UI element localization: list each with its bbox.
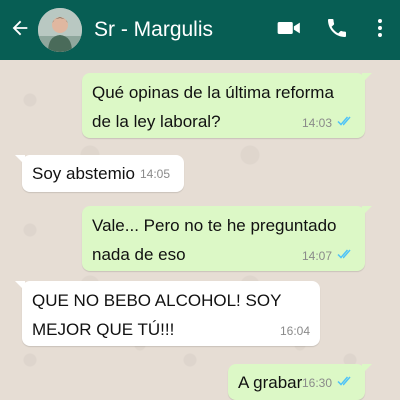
menu-button[interactable] [368, 0, 392, 60]
message-meta: 16:04 [280, 324, 310, 338]
message-time: 14:05 [139, 167, 170, 181]
video-camera-icon [276, 15, 302, 46]
contact-name[interactable]: Sr - Margulis [94, 18, 272, 42]
message-time: 14:03 [301, 115, 332, 130]
phone-icon [325, 16, 349, 45]
arrow-left-icon [9, 17, 31, 44]
message-incoming[interactable]: Soy abstemio 14:05 [15, 155, 184, 192]
message-outgoing[interactable]: Qué opinas de la última reforma de la le… [82, 73, 372, 138]
back-button[interactable] [2, 0, 38, 60]
double-check-icon [337, 375, 355, 390]
double-check-icon [337, 248, 355, 263]
message-outgoing[interactable]: Vale... Pero no te he preguntado nada de… [82, 206, 372, 271]
message-meta: 14:03 [302, 115, 355, 130]
message-incoming[interactable]: QUE NO BEBO ALCOHOL! SOY MEJOR QUE TÚ!!!… [15, 281, 320, 346]
message-outgoing[interactable]: A grabar 16:30 [228, 364, 372, 400]
message-text: QUE NO BEBO ALCOHOL! SOY MEJOR QUE TÚ!!! [32, 291, 282, 339]
avatar[interactable] [38, 8, 82, 52]
message-time: 16:04 [279, 324, 310, 338]
voice-call-button[interactable] [320, 0, 354, 60]
more-vertical-icon [368, 16, 392, 45]
video-call-button[interactable] [272, 0, 306, 60]
message-meta: 14:07 [302, 248, 355, 263]
message-meta: 16:30 [302, 375, 355, 390]
message-time: 16:30 [301, 375, 332, 390]
chat-header: Sr - Margulis [0, 0, 400, 60]
message-time: 14:07 [301, 248, 332, 263]
chat-area[interactable]: Qué opinas de la última reforma de la le… [0, 60, 400, 400]
double-check-icon [337, 115, 355, 130]
